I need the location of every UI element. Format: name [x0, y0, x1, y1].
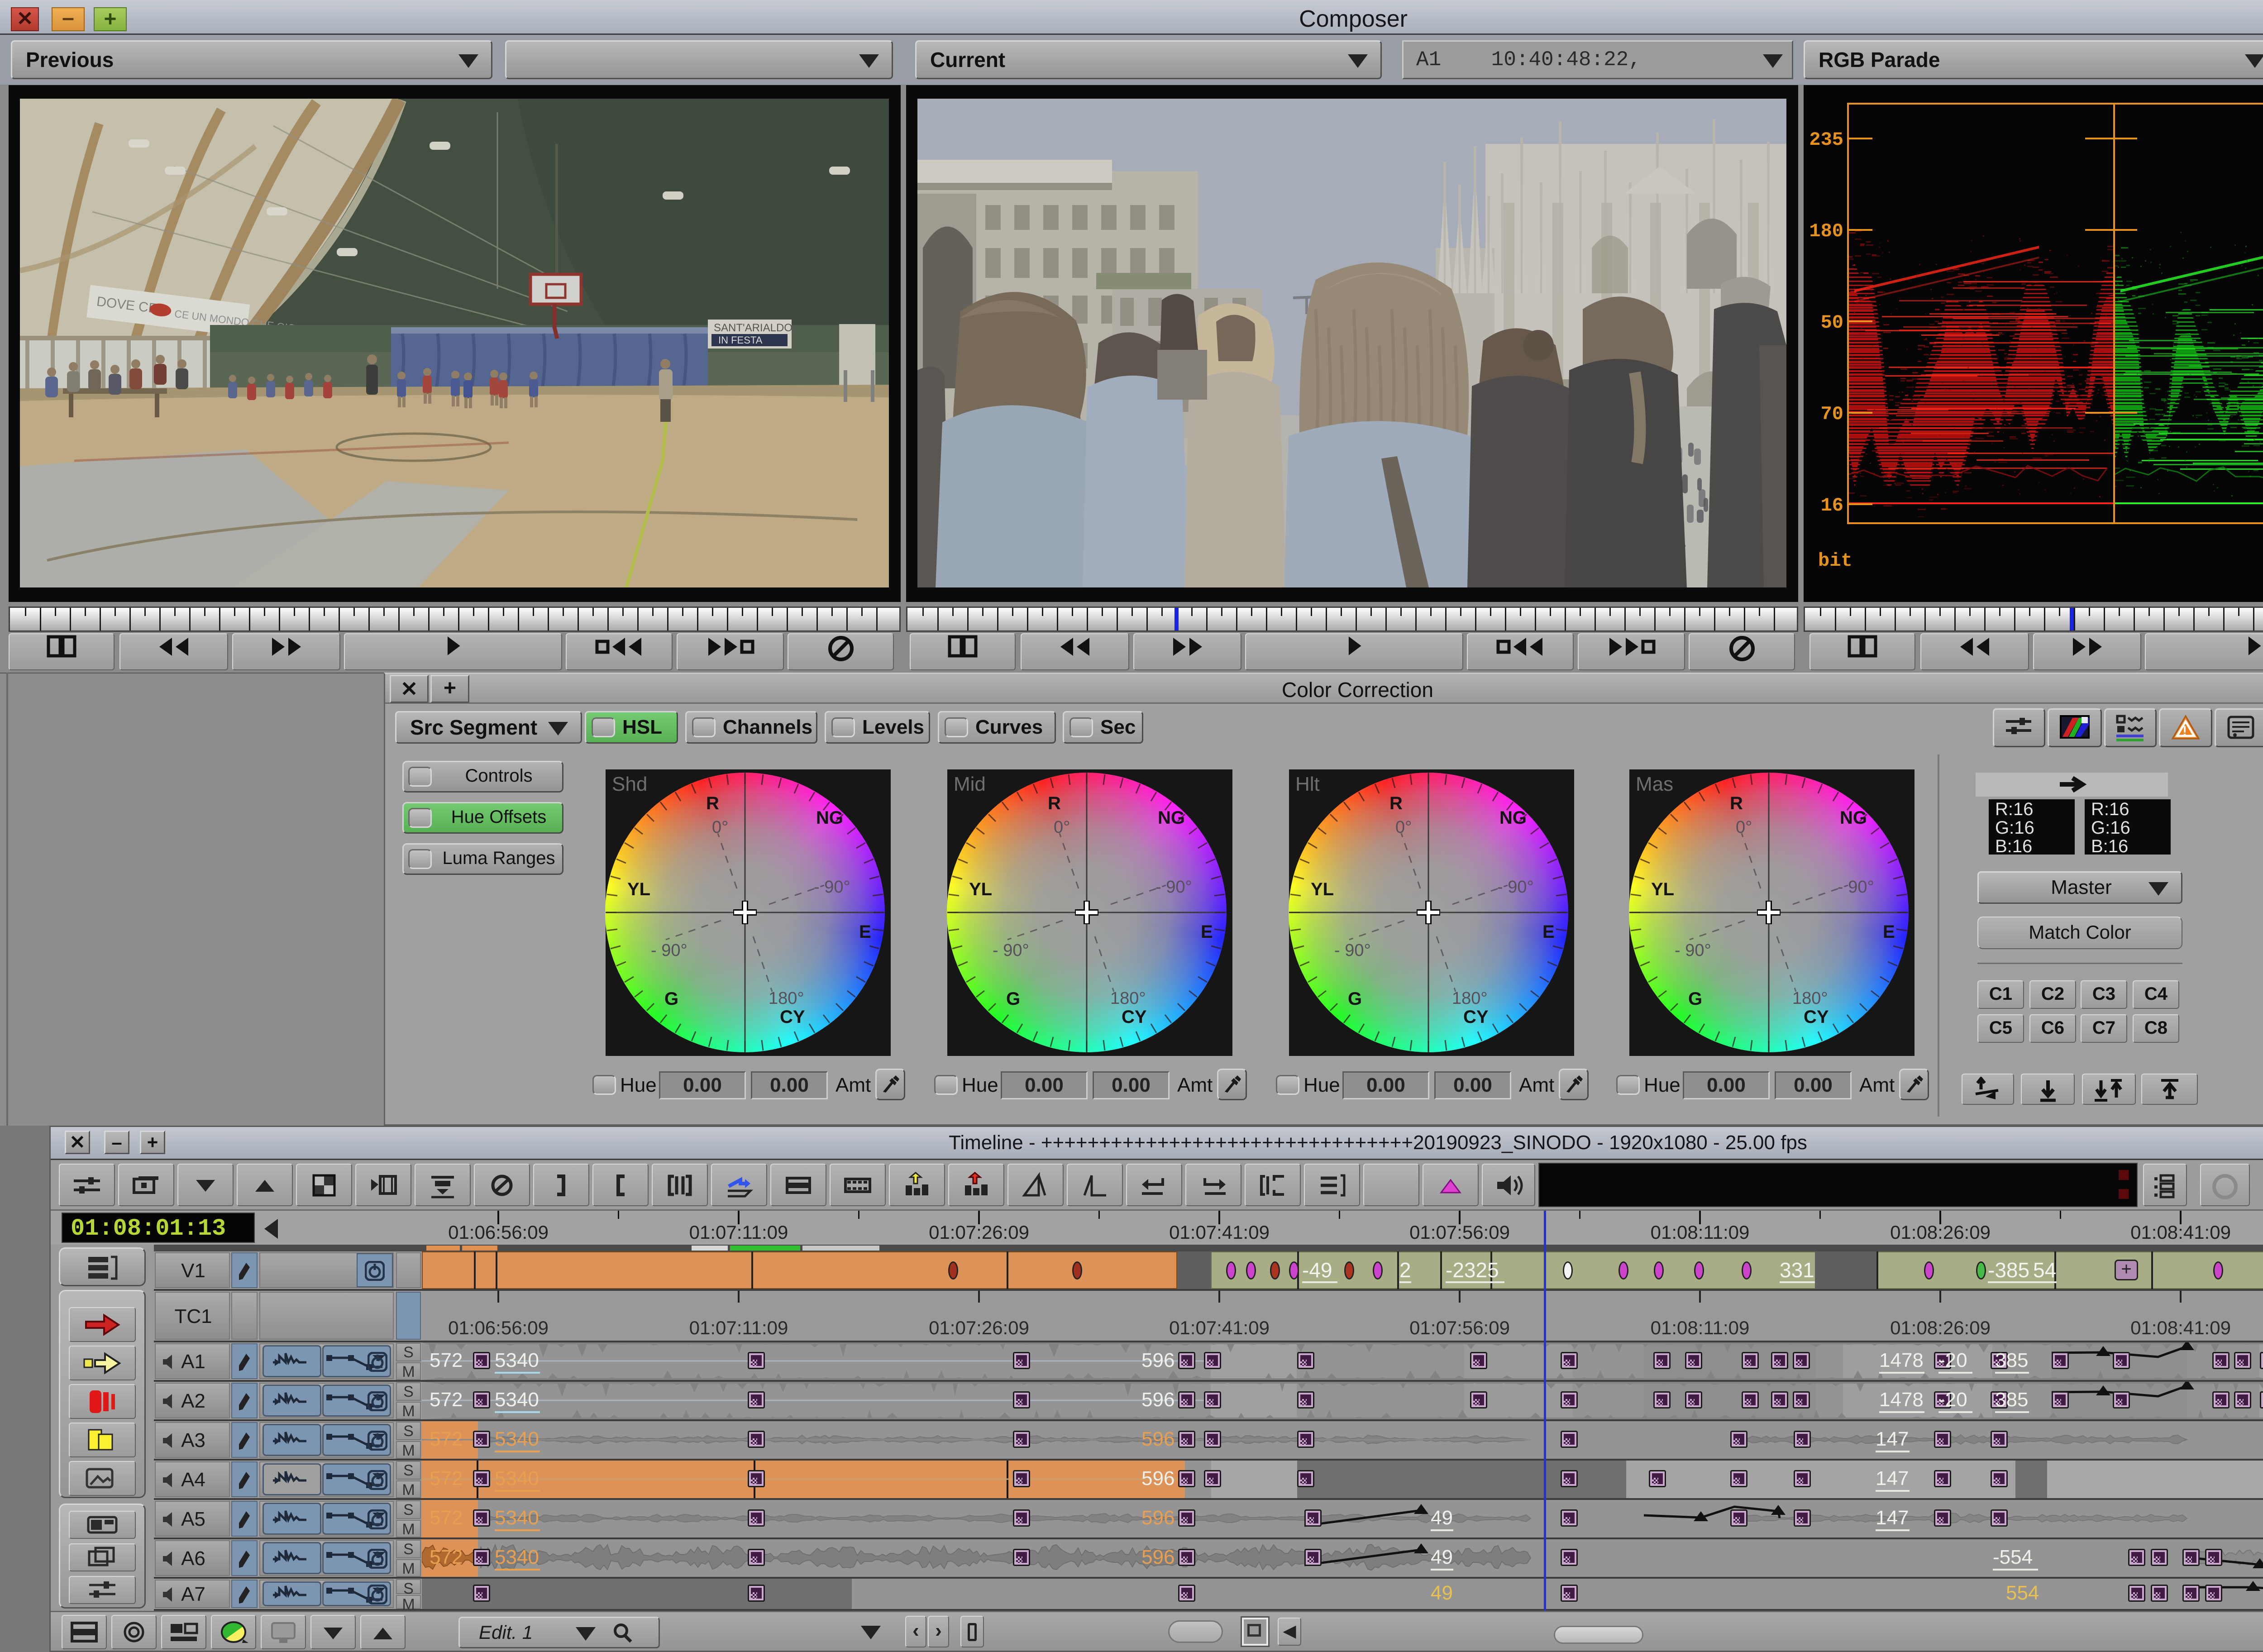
svg-text:- 90°: - 90°	[993, 941, 1029, 960]
svg-text:180: 180	[1809, 220, 1843, 242]
svg-text:16: 16	[1821, 495, 1843, 516]
svg-text:E: E	[1201, 922, 1213, 942]
svg-text:G: G	[664, 989, 678, 1009]
svg-text:bit: bit	[1818, 550, 1852, 572]
svg-text:NG: NG	[816, 808, 843, 828]
svg-text:180°: 180°	[1452, 989, 1488, 1008]
svg-text:CY: CY	[780, 1007, 805, 1027]
svg-text:CY: CY	[1804, 1007, 1829, 1027]
svg-text:R: R	[706, 793, 719, 813]
svg-text:G: G	[1688, 989, 1702, 1009]
svg-text:R: R	[1730, 793, 1743, 813]
svg-text:- 90°: - 90°	[1155, 878, 1192, 897]
svg-text:NG: NG	[1158, 808, 1185, 828]
svg-text:0°: 0°	[712, 818, 728, 837]
svg-text:CY: CY	[1122, 1007, 1147, 1027]
svg-text:YL: YL	[1311, 879, 1334, 899]
svg-text:R: R	[1048, 793, 1061, 813]
svg-text:CY: CY	[1463, 1007, 1489, 1027]
svg-text:- 90°: - 90°	[651, 941, 687, 960]
svg-text:180°: 180°	[1792, 989, 1828, 1008]
svg-text:E: E	[1542, 922, 1555, 942]
svg-text:NG: NG	[1499, 808, 1527, 828]
svg-text:235: 235	[1809, 129, 1843, 151]
svg-text:R: R	[1389, 793, 1403, 813]
svg-text:YL: YL	[627, 879, 650, 899]
svg-text:0°: 0°	[1054, 818, 1070, 837]
svg-text:- 90°: - 90°	[1334, 941, 1371, 960]
svg-text:NG: NG	[1840, 808, 1867, 828]
svg-text:50: 50	[1821, 312, 1843, 334]
svg-text:G: G	[1348, 989, 1362, 1009]
svg-text:E: E	[859, 922, 871, 942]
svg-text:- 90°: - 90°	[814, 878, 850, 897]
svg-text:- 90°: - 90°	[1675, 941, 1711, 960]
svg-text:70: 70	[1821, 403, 1843, 425]
svg-text:G: G	[1006, 989, 1020, 1009]
svg-text:!: !	[2182, 724, 2187, 739]
svg-text:YL: YL	[969, 879, 992, 899]
svg-text:- 90°: - 90°	[1838, 878, 1874, 897]
svg-text:- 90°: - 90°	[1497, 878, 1534, 897]
svg-text:0°: 0°	[1736, 818, 1752, 837]
svg-text:180°: 180°	[1110, 989, 1146, 1008]
svg-text:E: E	[1883, 922, 1895, 942]
svg-text:YL: YL	[1651, 879, 1674, 899]
svg-text:0°: 0°	[1395, 818, 1412, 837]
svg-text:180°: 180°	[769, 989, 804, 1008]
